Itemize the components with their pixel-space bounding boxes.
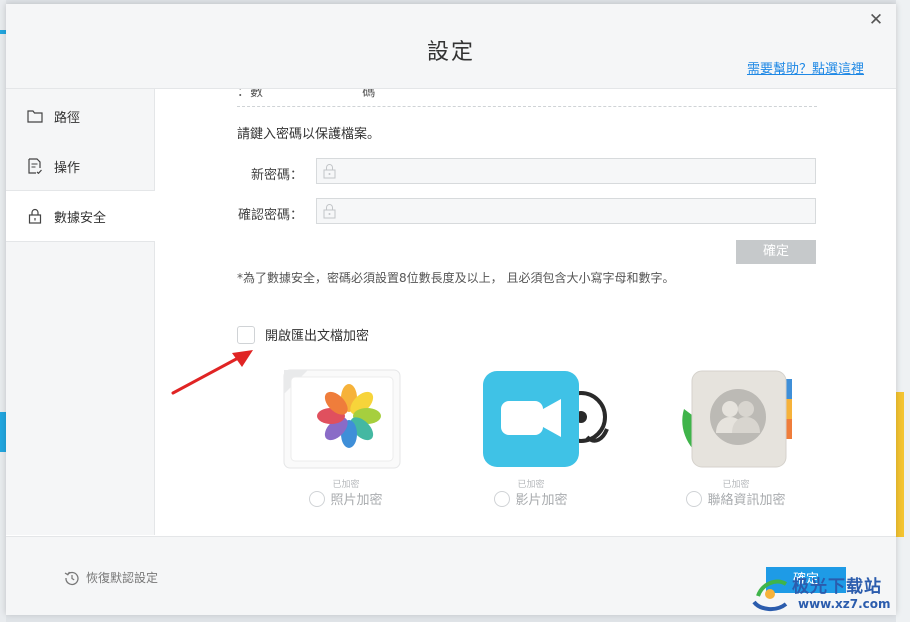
restore-defaults-label: 恢復默認設定	[86, 571, 159, 585]
video-encrypt-label: 影片加密	[515, 493, 568, 508]
lock-icon	[26, 207, 44, 225]
sidebar-item-label: 路徑	[54, 110, 81, 126]
sidebar-item-operation[interactable]: 操作	[6, 141, 154, 191]
help-link[interactable]: 需要幫助？點選這裡	[747, 58, 864, 77]
new-password-input[interactable]	[343, 159, 807, 185]
lock-icon	[323, 163, 336, 183]
export-encrypt-row[interactable]: 開啟匯出文檔加密	[237, 325, 369, 344]
close-button[interactable]: ✕	[866, 10, 886, 30]
sidebar-item-data-security[interactable]: 數據安全	[6, 190, 155, 242]
document-icon	[26, 157, 44, 175]
contacts-icon	[682, 370, 792, 468]
video-icon	[483, 371, 609, 467]
new-password-label: 新密碼：	[250, 168, 303, 183]
restore-defaults-button[interactable]: 恢復默認設定	[64, 569, 158, 586]
watermark: 极光下载站 www.xz7.com	[748, 566, 908, 618]
background-accent	[896, 392, 904, 537]
export-encrypt-checkbox[interactable]	[237, 325, 255, 344]
contacts-encrypt-option[interactable]: 聯絡資訊加密	[636, 489, 836, 508]
title-bar: 設定 需要幫助？點選這裡	[6, 4, 896, 89]
video-encrypt-radio[interactable]	[494, 490, 511, 507]
sidebar-item-path[interactable]: 路徑	[6, 91, 154, 141]
video-encrypt-option[interactable]: 影片加密	[431, 489, 631, 508]
password-prompt: 請鍵入密碼以保護檔案。	[237, 127, 381, 142]
folder-icon	[26, 107, 44, 125]
password-confirm-button[interactable]: 確定	[736, 240, 816, 264]
photos-icon	[283, 369, 401, 469]
watermark-text: 极光下载站	[792, 577, 882, 597]
photo-encrypt-radio[interactable]	[309, 490, 326, 507]
video-encrypt-card: 已加密 影片加密	[431, 369, 631, 509]
watermark-logo	[752, 579, 788, 611]
contacts-encrypt-label: 聯絡資訊加密	[707, 493, 786, 508]
watermark-url: www.xz7.com	[798, 597, 891, 611]
export-encrypt-label: 開啟匯出文檔加密	[265, 329, 370, 344]
contacts-encrypt-radio[interactable]	[686, 490, 703, 507]
settings-dialog: 設定 需要幫助？點選這裡 ✕ 路徑 操作 數據安全 ：數 碼 請鍵入密碼以保護檔…	[6, 4, 896, 615]
photo-encrypt-card: 已加密 照片加密	[246, 369, 446, 509]
annotation-arrow	[171, 350, 253, 395]
sidebar-item-label: 數據安全	[54, 210, 107, 226]
settings-content: ：數 碼 請鍵入密碼以保護檔案。 新密碼： 確認密碼： 確定 *為了數據安全，密…	[155, 89, 896, 535]
sidebar: 路徑 操作 數據安全	[6, 89, 155, 535]
divider	[237, 106, 817, 107]
scrolled-section-title: ：數 碼	[237, 89, 376, 100]
password-requirement-note: *為了數據安全，密碼必須設置8位數長度及以上， 且必須包含大小寫字母和數字。	[237, 271, 675, 285]
confirm-password-label: 確認密碼：	[237, 208, 303, 223]
restore-icon	[64, 570, 80, 586]
sidebar-item-label: 操作	[54, 160, 81, 176]
confirm-password-field[interactable]	[316, 198, 816, 225]
confirm-password-input[interactable]	[343, 199, 807, 225]
lock-icon	[323, 203, 336, 223]
contacts-encrypt-card: 已加密 聯絡資訊加密	[636, 369, 836, 509]
photo-encrypt-label: 照片加密	[330, 493, 383, 508]
photo-encrypt-option[interactable]: 照片加密	[246, 489, 446, 508]
new-password-field[interactable]	[316, 158, 816, 185]
